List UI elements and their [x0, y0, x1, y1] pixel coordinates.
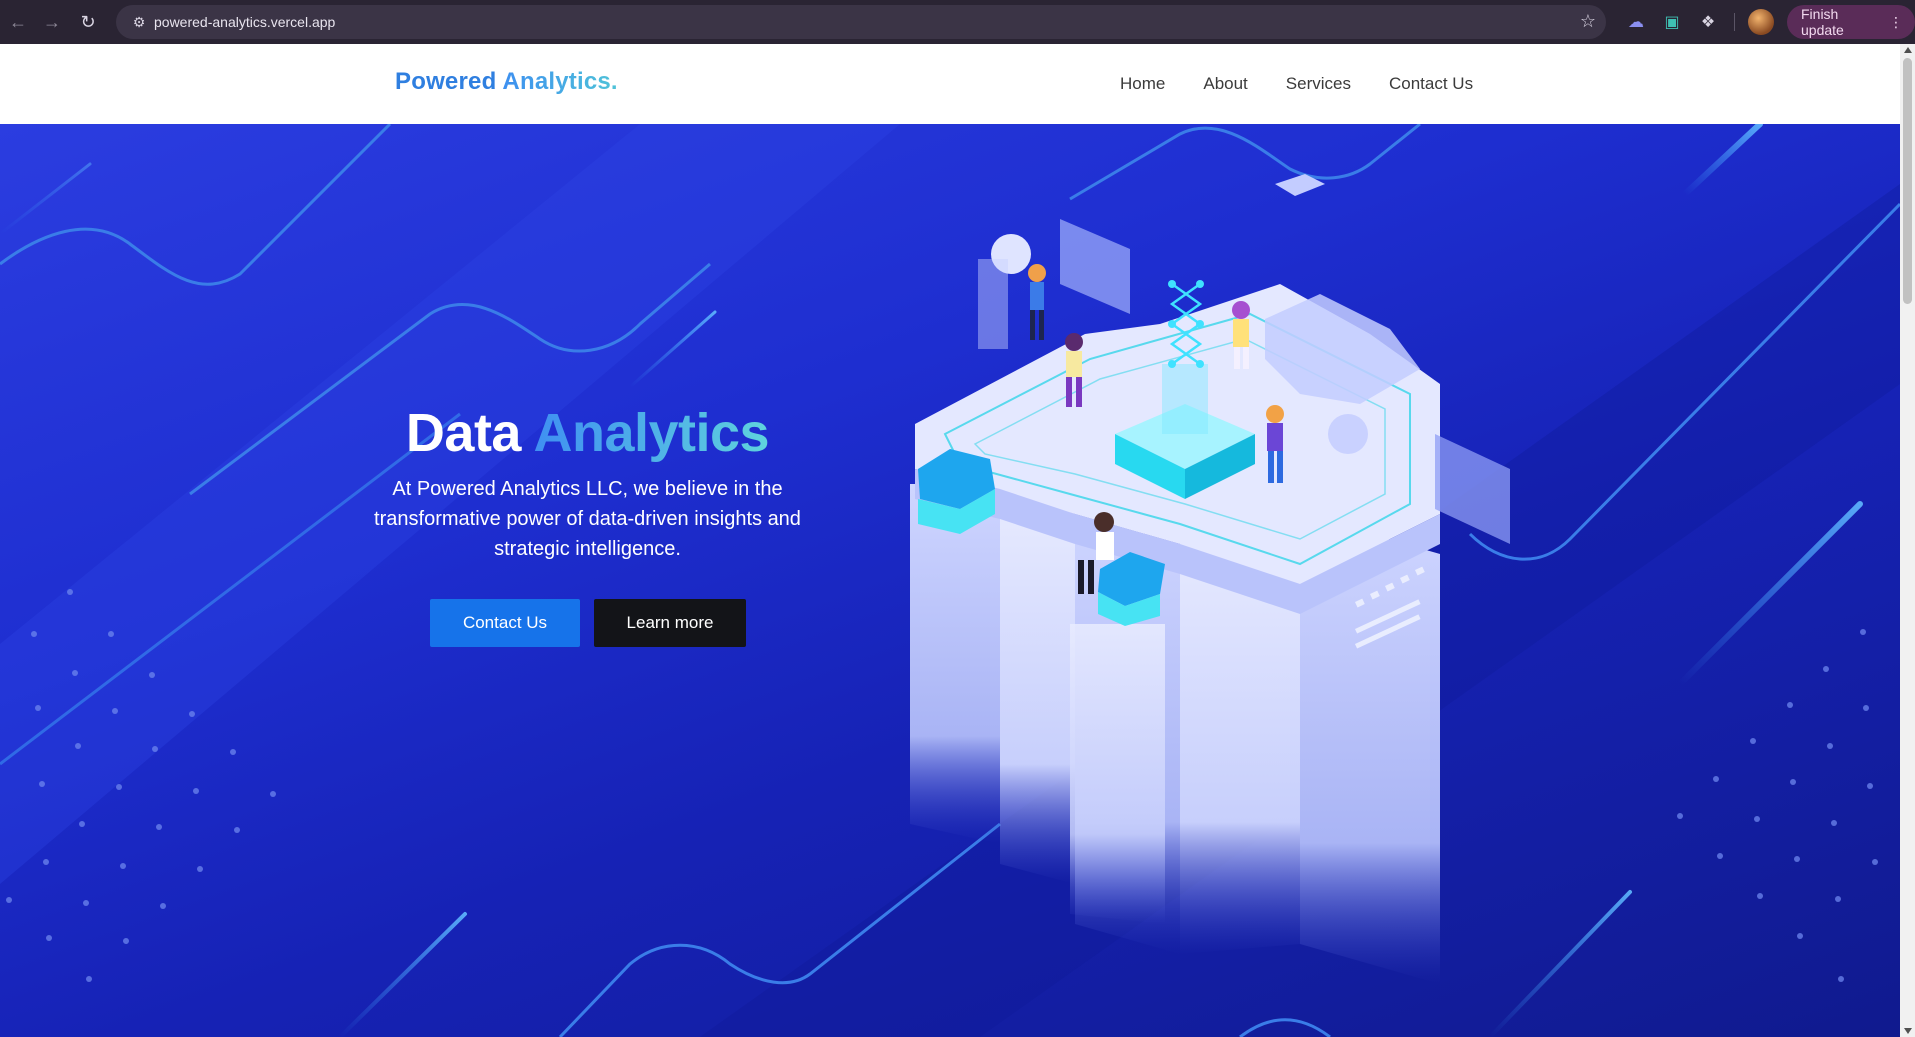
page-scrollbar[interactable] [1900, 44, 1915, 1037]
scroll-down-icon[interactable] [1904, 1028, 1912, 1034]
scroll-up-icon[interactable] [1904, 47, 1912, 53]
forward-icon[interactable]: → [35, 5, 69, 39]
learn-more-button[interactable]: Learn more [594, 599, 746, 647]
nav-about[interactable]: About [1203, 74, 1247, 94]
finish-update-button[interactable]: Finish update ⋮ [1787, 5, 1915, 39]
back-icon[interactable]: ← [1, 5, 35, 39]
hero-title-word-2: Analytics [533, 403, 770, 463]
isometric-data-platform-illustration [910, 174, 1510, 984]
site-header: Powered Analytics. Home About Services C… [0, 44, 1900, 124]
url-text[interactable]: powered-analytics.vercel.app [154, 14, 335, 30]
nav-services[interactable]: Services [1286, 74, 1351, 94]
browser-toolbar: ← → ↻ ⚙ powered-analytics.vercel.app ☆ ☁… [0, 0, 1915, 44]
hero-title-word-1: Data [405, 403, 522, 463]
scrollbar-thumb[interactable] [1903, 58, 1912, 304]
extension-cloud-icon[interactable]: ☁ [1622, 8, 1650, 36]
profile-avatar[interactable] [1748, 9, 1774, 35]
hero-title: Data Analytics [360, 402, 815, 464]
extension-translate-icon[interactable]: ▣ [1658, 8, 1686, 36]
contact-us-button[interactable]: Contact Us [430, 599, 580, 647]
extensions-puzzle-icon[interactable]: ❖ [1694, 8, 1722, 36]
reload-icon[interactable]: ↻ [71, 5, 105, 39]
logo-word-1: Powered [395, 68, 497, 95]
address-bar[interactable]: ⚙ powered-analytics.vercel.app ☆ [116, 5, 1606, 39]
site-logo[interactable]: Powered Analytics. [395, 68, 618, 96]
logo-word-2: Analytics. [502, 68, 618, 95]
kebab-menu-icon: ⋮ [1889, 13, 1903, 30]
toolbar-divider [1734, 13, 1735, 31]
finish-update-label: Finish update [1801, 6, 1844, 38]
nav-contact[interactable]: Contact Us [1389, 74, 1473, 94]
hero-background-graphics [0, 124, 1900, 1037]
nav-home[interactable]: Home [1120, 74, 1165, 94]
hero-description: At Powered Analytics LLC, we believe in … [374, 478, 801, 560]
site-info-icon[interactable]: ⚙ [124, 14, 154, 31]
hero-section: Data Analytics At Powered Analytics LLC,… [0, 124, 1900, 1037]
bookmark-star-icon[interactable]: ☆ [1580, 11, 1596, 32]
web-page: Powered Analytics. Home About Services C… [0, 44, 1900, 1037]
main-nav: Home About Services Contact Us [1120, 74, 1511, 94]
